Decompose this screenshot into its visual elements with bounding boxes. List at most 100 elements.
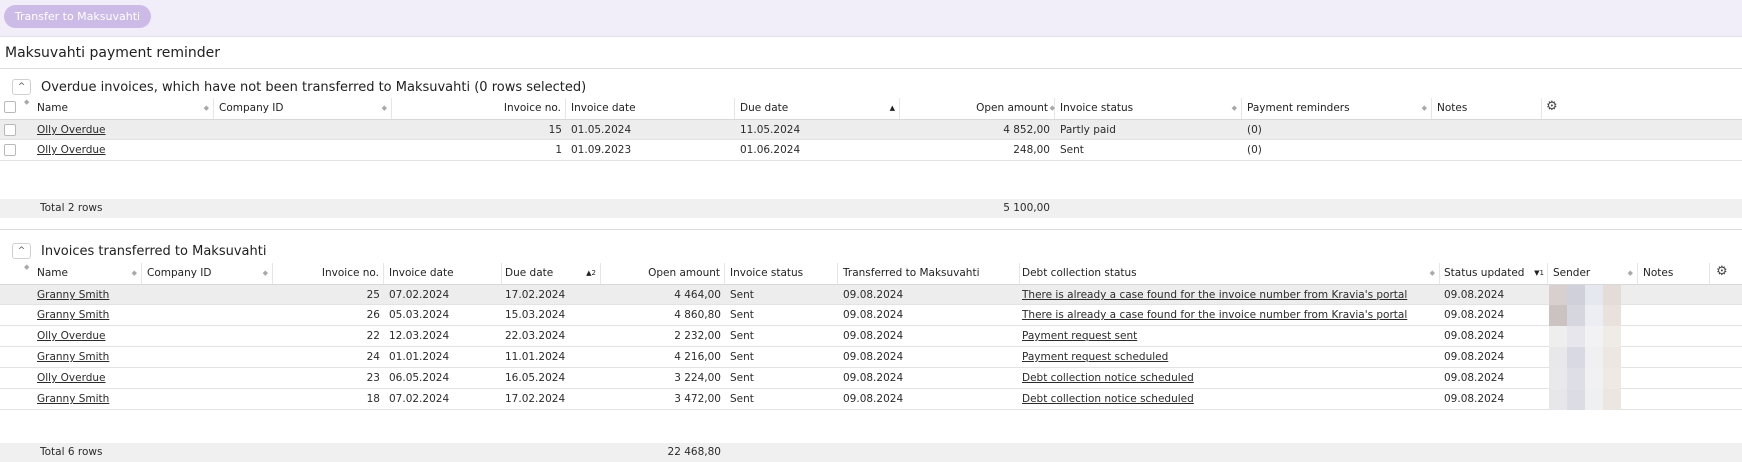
customer-name-link[interactable]: Olly Overdue	[37, 124, 106, 136]
table-row[interactable]: Granny Smith 18 07.02.2024 17.02.2024 3 472,…	[0, 389, 1742, 410]
select-all-checkbox[interactable]	[4, 101, 16, 113]
customer-name-link[interactable]: Granny Smith	[37, 351, 109, 363]
col-company-id[interactable]: Company ID ◆	[214, 98, 392, 119]
table-row[interactable]: Granny Smith 25 07.02.2024 17.02.2024 4 464,…	[0, 284, 1742, 306]
table-row[interactable]: Granny Smith 26 05.03.2024 15.03.2024 4 860,…	[0, 305, 1742, 326]
col-notes[interactable]: Notes	[1432, 98, 1542, 119]
col-status-updated[interactable]: Status updated ▼1	[1440, 263, 1548, 284]
invoice-status-cell: Sent	[1060, 144, 1084, 156]
customer-name-link[interactable]: Olly Overdue	[37, 372, 106, 384]
row-checkbox[interactable]	[4, 124, 16, 136]
due-date-cell: 01.06.2024	[740, 144, 801, 156]
invoice-no-cell: 18	[366, 393, 380, 405]
invoice-no-cell: 23	[366, 372, 380, 384]
open-amount-cell: 3 224,00	[674, 372, 721, 384]
sender-blurred	[1567, 389, 1585, 410]
customer-name-link[interactable]: Olly Overdue	[37, 330, 106, 342]
table-row[interactable]: Olly Overdue 22 12.03.2024 22.03.2024 2 232,…	[0, 326, 1742, 347]
transfer-to-maksuvahti-button[interactable]: Transfer to Maksuvahti	[4, 5, 151, 28]
overdue-section-title: Overdue invoices, which have not been tr…	[41, 79, 587, 95]
debt-collection-status-link[interactable]: Payment request sent	[1022, 330, 1137, 342]
sender-blurred	[1603, 326, 1621, 347]
gear-icon[interactable]: ⚙	[1546, 99, 1558, 114]
invoice-date-cell: 01.05.2024	[571, 124, 632, 136]
customer-name-link[interactable]: Olly Overdue	[37, 144, 106, 156]
sort-diamond-icon[interactable]: ◆	[24, 98, 29, 106]
invoice-date-cell: 01.09.2023	[571, 144, 632, 156]
col-status-updated-label: Status updated	[1444, 267, 1525, 279]
sort-ascending-icon: ▲	[889, 104, 895, 112]
sort-diamond-icon[interactable]: ◆	[24, 263, 29, 271]
col-due-date-label: Due date	[740, 102, 789, 114]
row-checkbox[interactable]	[4, 144, 16, 156]
invoice-date-cell: 01.01.2024	[389, 351, 450, 363]
sender-blurred	[1567, 326, 1585, 347]
sort-diamond-icon: ◆	[1627, 269, 1633, 277]
invoice-date-cell: 06.05.2024	[389, 372, 450, 384]
sender-blurred	[1585, 285, 1603, 306]
col-invoice-status[interactable]: Invoice status	[725, 263, 838, 284]
gear-icon[interactable]: ⚙	[1716, 264, 1728, 279]
col-open-amount[interactable]: Open amount	[601, 263, 725, 284]
col-sender[interactable]: Sender ◆	[1548, 263, 1638, 284]
status-updated-cell: 09.08.2024	[1444, 330, 1505, 342]
debt-collection-status-link[interactable]: There is already a case found for the in…	[1022, 289, 1407, 301]
customer-name-link[interactable]: Granny Smith	[37, 393, 109, 405]
col-invoice-date-label: Invoice date	[571, 102, 636, 114]
table-row[interactable]: Olly Overdue 1 01.09.2023 01.06.2024 248…	[0, 140, 1742, 161]
chevron-up-icon[interactable]: ^	[12, 79, 31, 95]
col-name[interactable]: Name ◆	[32, 263, 142, 284]
sender-blurred	[1549, 368, 1567, 389]
status-updated-cell: 09.08.2024	[1444, 393, 1505, 405]
debt-collection-status-link[interactable]: Debt collection notice scheduled	[1022, 393, 1194, 405]
debt-collection-status-link[interactable]: Payment request scheduled	[1022, 351, 1168, 363]
due-date-cell: 17.02.2024	[505, 393, 566, 405]
sender-blurred	[1549, 389, 1567, 410]
total-rows-label: Total 6 rows	[40, 446, 103, 458]
debt-collection-status-link[interactable]: There is already a case found for the in…	[1022, 309, 1407, 321]
chevron-up-icon[interactable]: ^	[12, 243, 31, 259]
toolbar: Transfer to Maksuvahti	[0, 0, 1742, 37]
status-updated-cell: 09.08.2024	[1444, 309, 1505, 321]
sender-blurred	[1585, 389, 1603, 410]
open-amount-cell: 3 472,00	[674, 393, 721, 405]
due-date-cell: 22.03.2024	[505, 330, 566, 342]
table-row[interactable]: Granny Smith 24 01.01.2024 11.01.2024 4 216,…	[0, 347, 1742, 368]
overdue-total-row: Total 2 rows 5 100,00	[0, 199, 1742, 218]
customer-name-link[interactable]: Granny Smith	[37, 289, 109, 301]
sender-blurred	[1585, 326, 1603, 347]
col-invoice-no-label: Invoice no.	[503, 102, 561, 114]
sender-blurred	[1567, 368, 1585, 389]
debt-collection-status-link[interactable]: Debt collection notice scheduled	[1022, 372, 1194, 384]
col-invoice-no[interactable]: Invoice no.	[392, 98, 566, 119]
col-debt-collection-status[interactable]: Debt collection status ◆	[1020, 263, 1440, 284]
transferred-section-header: ^ Invoices transferred to Maksuvahti	[12, 242, 266, 260]
col-invoice-no[interactable]: Invoice no.	[273, 263, 384, 284]
col-payment-reminders[interactable]: Payment reminders ◆	[1242, 98, 1432, 119]
invoice-status-cell: Sent	[730, 351, 754, 363]
invoice-no-cell: 24	[366, 351, 380, 363]
sender-blurred	[1585, 305, 1603, 326]
customer-name-link[interactable]: Granny Smith	[37, 309, 109, 321]
col-invoice-date[interactable]: Invoice date	[566, 98, 735, 119]
total-rows-label: Total 2 rows	[40, 202, 103, 214]
sender-blurred	[1567, 347, 1585, 368]
open-amount-cell: 248,00	[1013, 144, 1050, 156]
col-invoice-date[interactable]: Invoice date	[384, 263, 502, 284]
sender-blurred	[1567, 305, 1585, 326]
col-due-date[interactable]: Due date ▲	[735, 98, 900, 119]
col-open-amount[interactable]: Open amount ◆	[900, 98, 1055, 119]
transferred-date-cell: 09.08.2024	[843, 289, 904, 301]
col-name[interactable]: Name ◆	[32, 98, 214, 119]
table-row[interactable]: Olly Overdue 15 01.05.2024 11.05.2024 4 …	[0, 119, 1742, 140]
col-company-id[interactable]: Company ID ◆	[142, 263, 273, 284]
col-name-label: Name	[37, 267, 68, 279]
col-due-date[interactable]: Due date ▲2	[502, 263, 601, 284]
col-notes[interactable]: Notes	[1638, 263, 1710, 284]
sort-descending-icon: ▼1	[1534, 269, 1544, 277]
invoice-date-cell: 05.03.2024	[389, 309, 450, 321]
col-invoice-status[interactable]: Invoice status ◆	[1055, 98, 1242, 119]
table-row[interactable]: Olly Overdue 23 06.05.2024 16.05.2024 3 224,…	[0, 368, 1742, 389]
invoice-date-cell: 07.02.2024	[389, 393, 450, 405]
col-transferred[interactable]: Transferred to Maksuvahti	[838, 263, 1020, 284]
